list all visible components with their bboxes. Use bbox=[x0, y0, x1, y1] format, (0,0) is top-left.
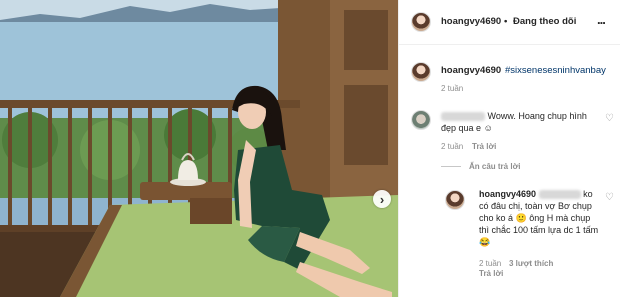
caption-age[interactable]: 2 tuần bbox=[441, 84, 463, 93]
caption-avatar[interactable] bbox=[411, 62, 431, 82]
caption-hashtag[interactable]: #sixsenesesninhvanbay bbox=[505, 65, 606, 76]
reply-age[interactable]: 2 tuần bbox=[479, 259, 501, 268]
redacted-username bbox=[441, 112, 485, 122]
photo-scene bbox=[0, 0, 398, 297]
comment-body: Woww. Hoang chup hình đẹp qua e ☺ bbox=[441, 110, 591, 134]
comments-panel: hoangvy4690 • Đang theo dõi ... hoangvy4… bbox=[398, 0, 620, 297]
reply-likes[interactable]: 3 lượt thích bbox=[509, 259, 553, 268]
smile-emoji: ☺ bbox=[483, 123, 493, 133]
reply-reply-button[interactable]: Trả lời bbox=[479, 269, 503, 278]
comment-reply-button[interactable]: Trả lời bbox=[472, 142, 496, 151]
comment-age[interactable]: 2 tuần bbox=[441, 142, 463, 151]
laughing-emoji: 😂 bbox=[479, 237, 491, 247]
reply-username[interactable]: hoangvy4690 bbox=[479, 189, 536, 199]
author-username[interactable]: hoangvy4690 bbox=[441, 16, 501, 27]
caption-username[interactable]: hoangvy4690 bbox=[441, 65, 501, 76]
redacted-mention bbox=[538, 190, 581, 200]
hide-replies-button[interactable]: Ẩn câu trả lời bbox=[469, 162, 520, 171]
like-reply-heart-icon[interactable]: ♡ bbox=[605, 192, 614, 203]
reply-avatar[interactable] bbox=[445, 190, 465, 210]
post-photo: › bbox=[0, 0, 398, 297]
hide-replies-line bbox=[441, 166, 461, 167]
like-comment-heart-icon[interactable]: ♡ bbox=[605, 113, 614, 124]
chevron-right-icon: › bbox=[379, 191, 385, 207]
commenter-avatar[interactable] bbox=[411, 110, 431, 130]
following-button[interactable]: Đang theo dõi bbox=[513, 16, 576, 27]
reply-body: hoangvy4690 ko có đâu chị, toàn vợ Bơ ch… bbox=[479, 188, 601, 248]
author-avatar[interactable] bbox=[411, 12, 431, 32]
post-header: hoangvy4690 • Đang theo dõi ... bbox=[399, 0, 620, 45]
follow-separator: • bbox=[504, 16, 508, 27]
more-options-icon[interactable]: ... bbox=[597, 12, 606, 27]
next-photo-button[interactable]: › bbox=[373, 190, 391, 208]
